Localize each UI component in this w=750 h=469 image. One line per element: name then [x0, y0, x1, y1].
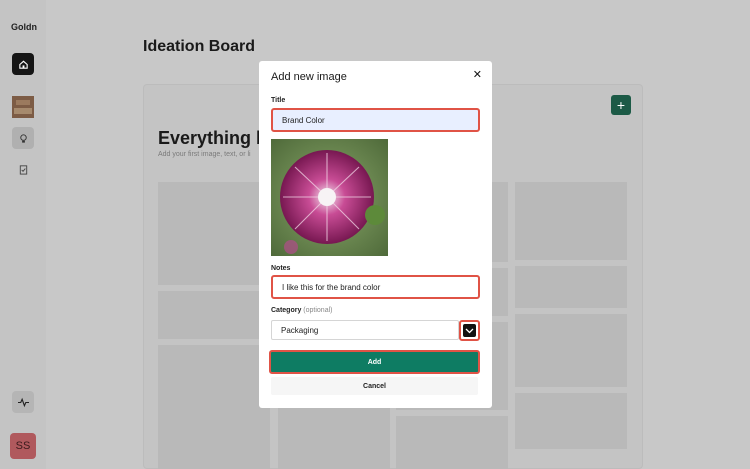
close-icon[interactable]: ✕	[473, 68, 482, 81]
placeholder-tile	[158, 345, 270, 469]
placeholder-tile	[515, 182, 627, 260]
app-logo: Goldn	[11, 22, 37, 32]
cancel-button[interactable]: Cancel	[271, 377, 478, 395]
placeholder-tile	[158, 182, 270, 285]
placeholder-tile	[515, 266, 627, 308]
modal-title: Add new image	[271, 71, 347, 83]
clipboard-check-icon	[19, 164, 27, 175]
lightbulb-icon	[19, 133, 27, 143]
chevron-down-icon	[463, 324, 476, 337]
notes-label: Notes	[271, 265, 291, 272]
activity-button[interactable]	[12, 391, 34, 413]
image-preview	[271, 139, 388, 256]
sidebar-item-board-thumbnail[interactable]	[12, 96, 34, 118]
board-subtext: Add your first image, text, or li	[158, 151, 251, 158]
home-icon	[18, 60, 28, 69]
page-title: Ideation Board	[143, 38, 256, 55]
placeholder-tile	[515, 314, 627, 387]
dahlia-flower-image	[271, 139, 388, 256]
placeholder-tile	[396, 416, 508, 469]
category-label-text: Category	[271, 307, 302, 314]
category-optional-text: (optional)	[303, 307, 333, 314]
add-button[interactable]: Add	[269, 350, 480, 374]
board-thumbnail-image	[12, 96, 34, 118]
title-input[interactable]: Brand Color	[271, 108, 480, 132]
sidebar-item-home[interactable]	[12, 53, 34, 75]
category-dropdown-toggle[interactable]	[459, 320, 480, 341]
placeholder-tile	[158, 291, 270, 339]
activity-icon	[17, 397, 29, 407]
avatar[interactable]: SS	[10, 433, 36, 459]
category-select[interactable]: Packaging	[271, 320, 459, 340]
title-label: Title	[271, 97, 286, 104]
sidebar-item-tasks[interactable]	[12, 158, 34, 180]
add-item-button[interactable]: +	[611, 95, 631, 115]
sidebar-item-ideas[interactable]	[12, 127, 34, 149]
placeholder-tile	[278, 408, 390, 469]
placeholder-tile	[515, 393, 627, 449]
add-image-modal: Add new image ✕ Title Brand Color Notes …	[259, 61, 492, 408]
sidebar: Goldn SS	[0, 0, 46, 469]
notes-input[interactable]: I like this for the brand color	[271, 275, 480, 299]
category-label: Category (optional)	[271, 307, 332, 314]
